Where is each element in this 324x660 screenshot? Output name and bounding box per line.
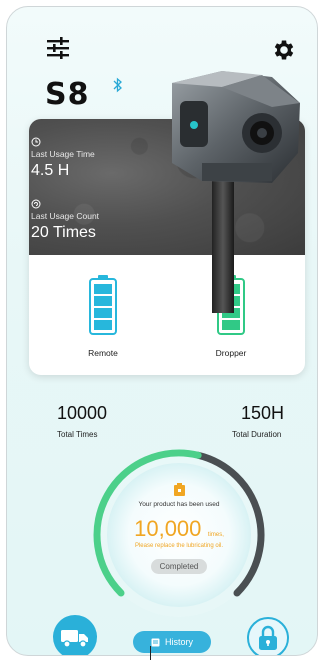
remote-label: Remote — [88, 348, 118, 358]
usage-count-line: 10,000 times, — [102, 516, 256, 542]
model-name: S8 — [45, 77, 90, 112]
usage-count: 10,000 — [134, 516, 202, 541]
truck-icon — [61, 630, 88, 648]
bluetooth-icon — [112, 77, 124, 93]
used-text: Your product has been used — [138, 501, 220, 508]
total-duration-value: 150H — [241, 403, 285, 423]
sliders-icon[interactable] — [45, 35, 71, 61]
usage-unit: times, — [207, 532, 224, 538]
last-usage-time-label: Last Usage Time — [31, 149, 95, 159]
device-image — [162, 63, 302, 313]
total-times-value: 10000 — [57, 403, 108, 423]
history-button[interactable]: History — [133, 631, 211, 653]
lock-button[interactable] — [247, 617, 289, 655]
last-usage-time-value: 4.5 H — [31, 162, 70, 179]
oil-bottle-icon — [173, 483, 185, 496]
last-usage-count-label: Last Usage Count — [31, 211, 100, 221]
text-cursor — [150, 646, 151, 660]
document-icon — [151, 638, 160, 646]
replace-oil-text: Please replace the lubricating oil. — [134, 543, 224, 549]
last-usage-count-value: 20 Times — [31, 224, 96, 241]
gauge-center: Your product has been used 10,000 times,… — [102, 477, 256, 574]
gear-icon[interactable] — [271, 37, 297, 63]
dropper-label: Dropper — [215, 348, 247, 358]
last-usage-count: Last Usage Count 20 Times — [31, 199, 99, 242]
refresh-icon — [31, 199, 41, 209]
last-usage-time: Last Usage Time 4.5 H — [31, 137, 95, 180]
lock-icon — [259, 625, 277, 650]
history-label: History — [164, 637, 193, 647]
completed-button[interactable]: Completed — [150, 559, 208, 574]
app-screen: S8 Last Usage Time 4.5 H Last Usage Coun… — [6, 6, 318, 656]
remote-battery: Remote — [73, 275, 133, 358]
truck-button[interactable] — [53, 615, 97, 655]
clock-icon — [31, 137, 41, 147]
battery-icon — [89, 275, 117, 335]
